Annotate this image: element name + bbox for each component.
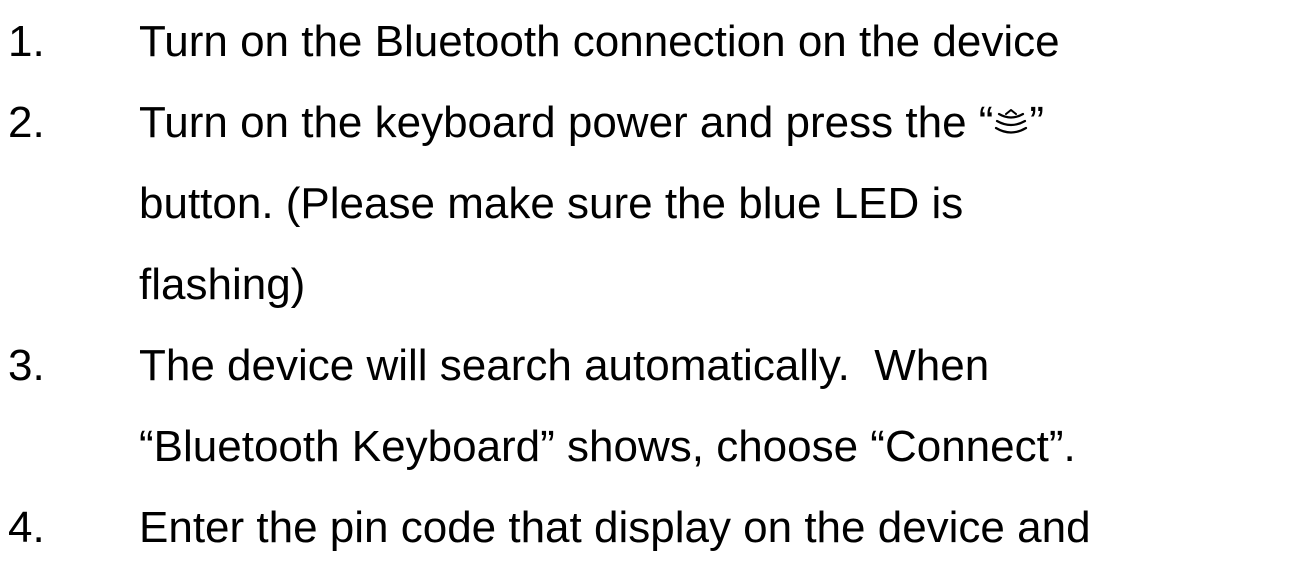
step-text: Turn on the Bluetooth connection on the … <box>139 17 1060 66</box>
step-number: 3. <box>8 341 45 390</box>
step-number: 1. <box>8 17 45 66</box>
instruction-list: 1. Turn on the Bluetooth connection on t… <box>0 0 1302 572</box>
step-1: 1. Turn on the Bluetooth connection on t… <box>0 10 1302 74</box>
step-3-continued: “Bluetooth Keyboard” shows, choose “Conn… <box>0 415 1302 479</box>
step-text: button. (Please make sure the blue LED i… <box>139 179 964 228</box>
step-number: 4. <box>8 503 45 552</box>
step-4: 4. Enter the pin code that display on th… <box>0 496 1302 560</box>
step-text: The device will search automatically. Wh… <box>139 341 990 390</box>
step-text-before-icon: Turn on the keyboard power and press the… <box>139 98 994 147</box>
step-text: Enter the pin code that display on the d… <box>139 503 1091 552</box>
step-3: 3. The device will search automatically.… <box>0 334 1302 398</box>
step-text: flashing) <box>139 260 306 309</box>
step-2-continued: flashing) <box>0 253 1302 317</box>
step-text: “Bluetooth Keyboard” shows, choose “Conn… <box>139 422 1076 471</box>
step-2: 2. Turn on the keyboard power and press … <box>0 91 1302 155</box>
step-number: 2. <box>8 98 45 147</box>
bluetooth-connect-waves-icon <box>995 109 1028 134</box>
step-2-continued: button. (Please make sure the blue LED i… <box>0 172 1302 236</box>
step-text: Turn on the keyboard power and press the… <box>139 91 1044 155</box>
step-text-after-icon: ” <box>1029 98 1045 147</box>
